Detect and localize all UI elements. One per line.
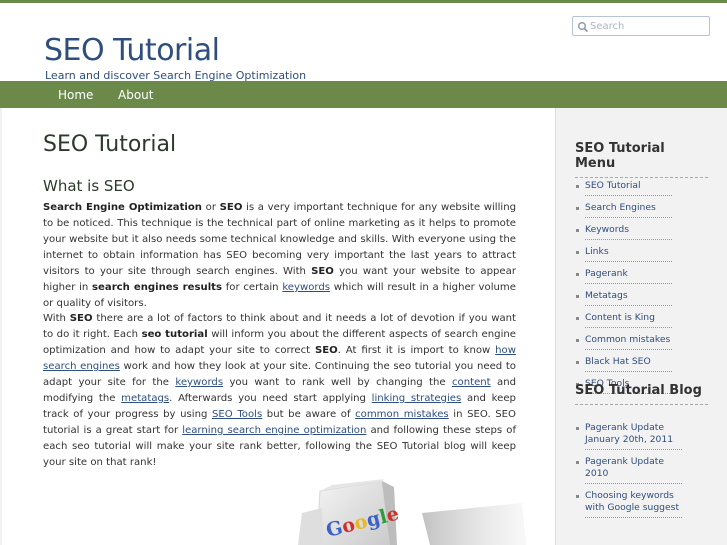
bold-text: seo tutorial: [141, 329, 208, 340]
link-keywords[interactable]: keywords: [175, 377, 223, 388]
sidebar-item-content-is-king[interactable]: Content is King: [575, 309, 675, 331]
sidebar-item-label[interactable]: Links: [585, 246, 672, 262]
second-paragraph: With SEO there are a lot of factors to t…: [43, 311, 516, 471]
bullet-icon: [576, 339, 579, 342]
text: With: [43, 313, 70, 324]
intro-paragraph: Search Engine Optimization or SEO is a v…: [43, 200, 516, 312]
google-boxes-illustration: Google: [298, 479, 527, 545]
sidebar-item-metatags[interactable]: Metatags: [575, 287, 675, 309]
bullet-icon: [576, 273, 579, 276]
search-icon: [578, 22, 589, 33]
link-metatags[interactable]: metatags: [121, 393, 169, 404]
link-linking-strategies[interactable]: linking strategies: [372, 393, 462, 404]
sidebar-item-pagerank[interactable]: Pagerank: [575, 265, 675, 287]
bold-text: SEO: [69, 313, 93, 324]
sidebar-blog-title: SEO Tutorial Blog: [575, 383, 708, 405]
bullet-icon: [576, 251, 579, 254]
nav-about[interactable]: About: [118, 88, 153, 102]
sidebar-item-black-hat-seo[interactable]: Black Hat SEO: [575, 353, 675, 375]
sidebar-item-label[interactable]: Content is King: [585, 312, 672, 328]
bold-text: SEO: [311, 266, 334, 277]
text: or: [201, 202, 220, 213]
link-content[interactable]: content: [452, 377, 491, 388]
text: for certain: [221, 282, 283, 293]
sidebar-item-keywords[interactable]: Keywords: [575, 221, 675, 243]
sidebar-item-label[interactable]: Black Hat SEO: [585, 356, 672, 372]
blog-item[interactable]: Pagerank Update 2010: [575, 453, 685, 487]
bold-text: search engines results: [92, 282, 222, 293]
site-title[interactable]: SEO Tutorial: [44, 33, 220, 68]
sidebar-item-common-mistakes[interactable]: Common mistakes: [575, 331, 675, 353]
blog-item-label[interactable]: Pagerank Update 2010: [585, 456, 682, 484]
sidebar-menu-list: SEO Tutorial Search Engines Keywords Lin…: [575, 177, 675, 397]
bold-text: SEO: [219, 202, 243, 213]
bullet-icon: [576, 295, 579, 298]
sidebar-item-label[interactable]: Pagerank: [585, 268, 672, 284]
bold-text: Search Engine Optimization: [43, 202, 202, 213]
sidebar-blog-list: Pagerank Update January 20th, 2011 Pager…: [575, 419, 685, 521]
sidebar-item-label[interactable]: SEO Tutorial: [585, 180, 672, 196]
text: . At first it is import to know: [337, 345, 496, 356]
site-header: SEO Tutorial Learn and discover Search E…: [0, 3, 727, 82]
sidebar-item-links[interactable]: Links: [575, 243, 675, 265]
sidebar-item-search-engines[interactable]: Search Engines: [575, 199, 675, 221]
search-box: [572, 16, 710, 36]
link-keywords[interactable]: keywords: [282, 282, 330, 293]
content-area: SEO Tutorial What is SEO Search Engine O…: [0, 108, 727, 545]
link-learning-seo[interactable]: learning search engine optimization: [182, 425, 366, 436]
sidebar-item-label[interactable]: Metatags: [585, 290, 672, 306]
text: you want to rank well by changing the: [223, 377, 452, 388]
bullet-icon: [576, 317, 579, 320]
search-input[interactable]: [590, 18, 706, 34]
link-common-mistakes[interactable]: common mistakes: [355, 409, 449, 420]
sidebar: SEO Tutorial Menu SEO Tutorial Search En…: [575, 108, 715, 545]
bullet-icon: [576, 427, 579, 430]
blog-item-label[interactable]: Choosing keywords with Google suggest: [585, 490, 682, 518]
link-seo-tools[interactable]: SEO Tools: [212, 409, 262, 420]
bullet-icon: [576, 361, 579, 364]
sidebar-item-label[interactable]: Common mistakes: [585, 334, 672, 350]
bullet-icon: [576, 207, 579, 210]
text: but be aware of: [262, 409, 356, 420]
sidebar-menu-title: SEO Tutorial Menu: [575, 141, 708, 178]
section-title: What is SEO: [43, 177, 135, 195]
sidebar-item-label[interactable]: Search Engines: [585, 202, 672, 218]
text: . Afterwards you need start applying: [169, 393, 372, 404]
bullet-icon: [576, 229, 579, 232]
bullet-icon: [576, 495, 579, 498]
sidebar-item-seo-tutorial[interactable]: SEO Tutorial: [575, 177, 675, 199]
nav-home[interactable]: Home: [58, 88, 93, 102]
blog-item[interactable]: Pagerank Update January 20th, 2011: [575, 419, 685, 453]
blog-item[interactable]: Choosing keywords with Google suggest: [575, 487, 685, 521]
bold-text: SEO: [314, 345, 338, 356]
page-title: SEO Tutorial: [43, 132, 177, 157]
sidebar-item-label[interactable]: Keywords: [585, 224, 672, 240]
blog-item-label[interactable]: Pagerank Update January 20th, 2011: [585, 422, 682, 450]
main-nav: Home About: [0, 81, 727, 108]
bullet-icon: [576, 461, 579, 464]
bullet-icon: [576, 185, 579, 188]
main-content: SEO Tutorial What is SEO Search Engine O…: [2, 108, 556, 545]
